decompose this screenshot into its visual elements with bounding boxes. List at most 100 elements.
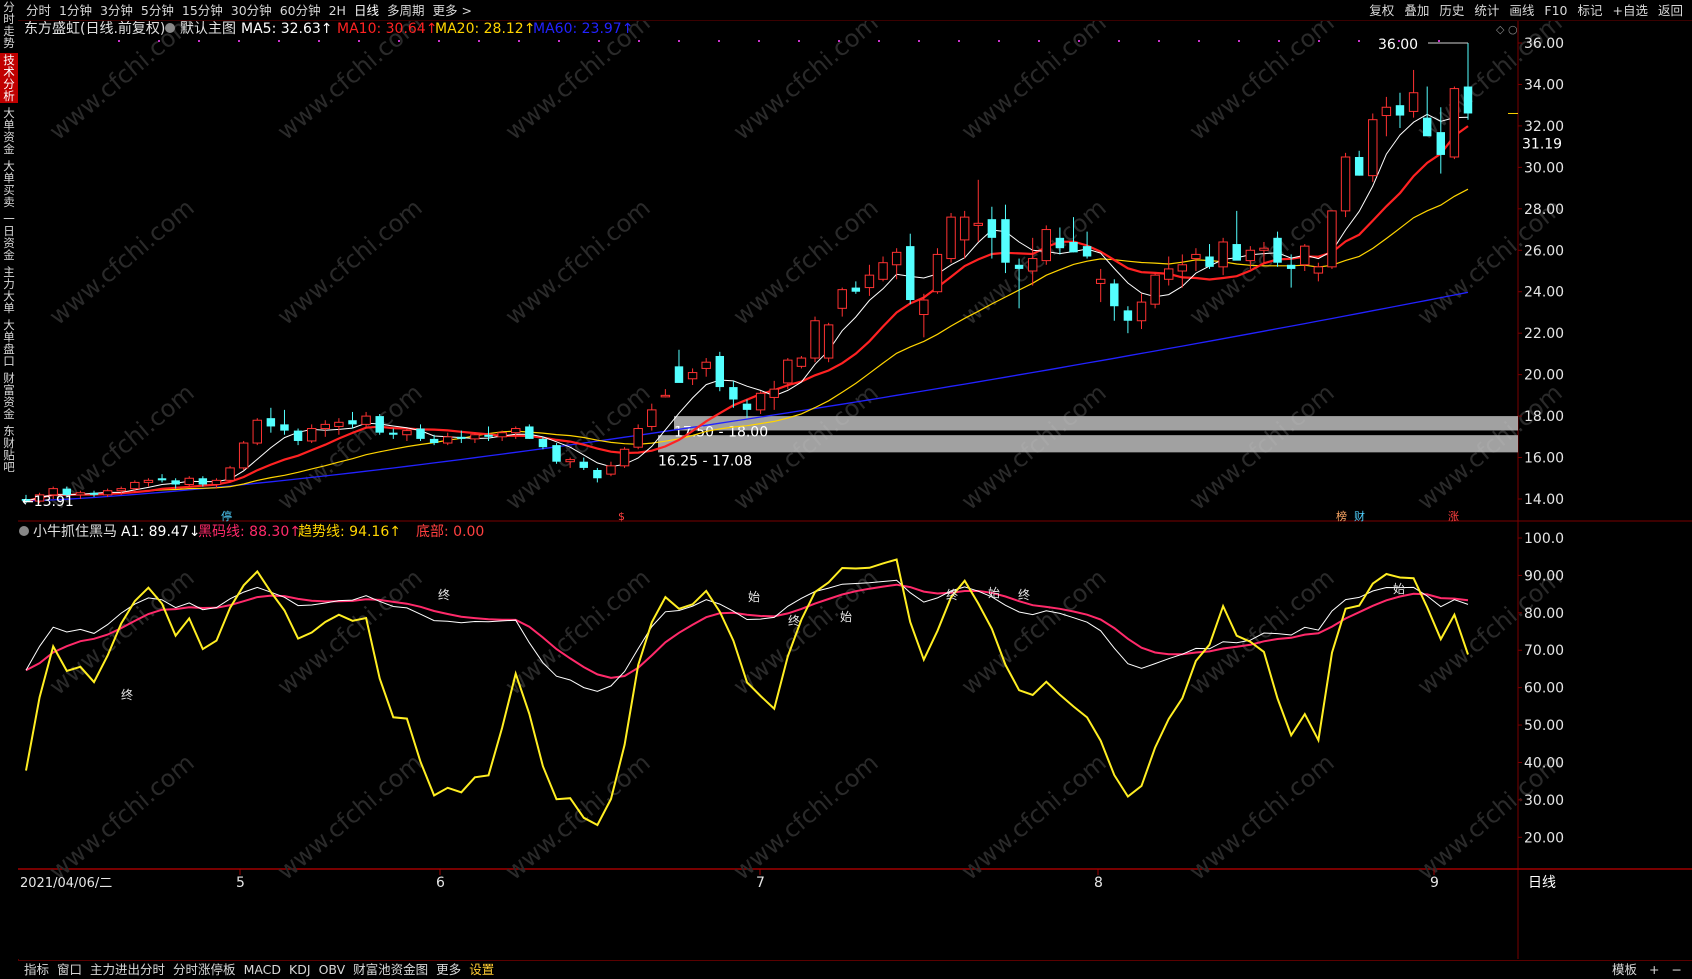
toolbar-button-5[interactable]: F10 — [1539, 2, 1572, 19]
candle-up — [959, 216, 970, 241]
price-tick-label: 30.00 — [1524, 160, 1564, 176]
toolbar-button-7[interactable]: +自选 — [1608, 2, 1653, 19]
indicator-tab-6[interactable]: OBV — [315, 962, 350, 978]
period-tab-7[interactable]: 2H — [325, 2, 350, 19]
ma-label-1: MA10: 30.64↑ — [337, 21, 437, 37]
candle-down — [1436, 132, 1446, 155]
candle-up — [497, 432, 507, 438]
dot-marker — [278, 40, 280, 42]
ma-label-0: MA5: 32.63↑ — [241, 21, 333, 37]
candle-up — [783, 359, 793, 384]
current-price-label: 31.19 — [1522, 137, 1562, 153]
sidebar-item-5[interactable]: 主力大单 — [0, 265, 18, 315]
candle-down — [484, 434, 493, 437]
signal-marker-5: 终 — [946, 587, 958, 602]
high-marker-label: 36.00 — [1378, 37, 1418, 53]
toolbar-button-4[interactable]: 画线 — [1504, 2, 1539, 19]
price-tick-label: 20.00 — [1524, 368, 1564, 384]
candle-down — [674, 366, 684, 383]
period-tab-1[interactable]: 1分钟 — [55, 2, 96, 19]
candle-up — [1191, 253, 1201, 260]
candle-up — [225, 467, 235, 481]
dot-marker — [878, 40, 880, 42]
indicator-tab-7[interactable]: 财富池资金图 — [349, 962, 432, 978]
indicator-tab-4[interactable]: MACD — [240, 962, 285, 978]
sidebar-item-0[interactable]: 分时走势 — [0, 0, 18, 50]
period-tab-3[interactable]: 5分钟 — [137, 2, 178, 19]
toolbar-button-2[interactable]: 历史 — [1434, 2, 1469, 19]
candle-up — [211, 479, 222, 485]
period-tab-8[interactable]: 日线 — [350, 2, 383, 19]
sidebar-item-1[interactable]: 技术分析 — [0, 53, 18, 103]
dot-marker — [1078, 40, 1080, 42]
candle-down — [538, 438, 548, 448]
bottom-button-0[interactable]: 模板 — [1606, 962, 1643, 978]
indicator-label-1: 黑码线: 88.30↑ — [198, 524, 301, 540]
dot-marker — [758, 40, 760, 42]
period-tab-4[interactable]: 15分钟 — [178, 2, 227, 19]
indicator-tab-8[interactable]: 更多 — [432, 962, 465, 978]
candle-up — [442, 436, 453, 444]
dot-marker — [958, 40, 960, 42]
candle-up — [878, 262, 888, 280]
bottom-button-1[interactable]: + — [1643, 962, 1665, 978]
toolbar-button-1[interactable]: 叠加 — [1399, 2, 1434, 19]
candle-up — [919, 299, 929, 316]
indicator-tick-label: 60.00 — [1524, 681, 1564, 697]
dot-marker — [918, 40, 920, 42]
period-tab-2[interactable]: 3分钟 — [96, 2, 137, 19]
candle-up — [1381, 106, 1392, 117]
candle-up — [1340, 156, 1351, 212]
indicator-tab-0[interactable]: 指标 — [20, 962, 53, 978]
period-tab-10[interactable]: 更多 > — [428, 2, 475, 19]
indicator-tab-2[interactable]: 主力进出分时 — [86, 962, 169, 978]
signal-marker-1: 终 — [438, 587, 450, 602]
toolbar-button-8[interactable]: 返回 — [1653, 2, 1688, 19]
candle-up — [1368, 119, 1378, 177]
dot-marker — [238, 40, 240, 42]
signal-marker-3: 终 — [788, 613, 800, 628]
toolbar-button-3[interactable]: 统计 — [1469, 2, 1504, 19]
sidebar-item-2[interactable]: 大单资金 — [0, 106, 18, 156]
bottom-button-2[interactable]: − — [1666, 962, 1688, 978]
period-tab-9[interactable]: 多周期 — [383, 2, 429, 19]
toolbar-button-6[interactable]: 标记 — [1572, 2, 1607, 19]
toolbar-button-0[interactable]: 复权 — [1364, 2, 1399, 19]
period-tab-0[interactable]: 分时 — [22, 2, 55, 19]
candle-up — [184, 477, 194, 485]
signal-marker-6: 始 — [988, 586, 1000, 600]
dot-marker — [118, 40, 120, 42]
price-tick-label: 18.00 — [1524, 409, 1564, 425]
candle-down — [1463, 86, 1473, 114]
candle-up — [1300, 245, 1310, 266]
month-tick-label-1: 6 — [436, 875, 445, 891]
sidebar-item-8[interactable]: 东财贴吧 — [0, 424, 18, 474]
sidebar-item-7[interactable]: 财富资金 — [0, 371, 18, 421]
candle-up — [1136, 301, 1147, 322]
sidebar-item-6[interactable]: 大单盘口 — [0, 318, 18, 368]
candle-down — [89, 492, 99, 495]
sidebar-item-4[interactable]: 一日资金 — [0, 212, 18, 262]
dot-marker — [598, 40, 600, 42]
bottom-right-tools: 模板 + − — [1606, 962, 1688, 978]
candle-up — [75, 492, 86, 496]
indicator-tab-1[interactable]: 窗口 — [53, 962, 86, 978]
candle-down — [906, 246, 915, 301]
indicator-tab-3[interactable]: 分时涨停板 — [169, 962, 240, 978]
zone-label-lower: 16.25 - 17.08 — [658, 453, 752, 469]
candle-down — [375, 416, 384, 433]
candle-down — [1286, 264, 1296, 269]
indicator-tab-5[interactable]: KDJ — [285, 962, 315, 978]
indicator-tab-9[interactable]: 设置 — [465, 962, 498, 978]
period-tab-5[interactable]: 30分钟 — [227, 2, 276, 19]
candle-up — [470, 434, 480, 440]
period-tab-6[interactable]: 60分钟 — [276, 2, 325, 19]
candle-up — [891, 251, 902, 266]
sidebar-item-3[interactable]: 大单买卖 — [0, 159, 18, 209]
dot-marker — [718, 40, 720, 42]
candle-down — [1232, 244, 1241, 261]
ma-label-2: MA20: 28.12↑ — [435, 21, 535, 37]
kline-chart[interactable]: www.cfchi.com www.cfchi.com www.cfchi.com w… — [18, 21, 1692, 959]
dot-marker — [1118, 40, 1120, 42]
candle-down — [742, 403, 752, 410]
